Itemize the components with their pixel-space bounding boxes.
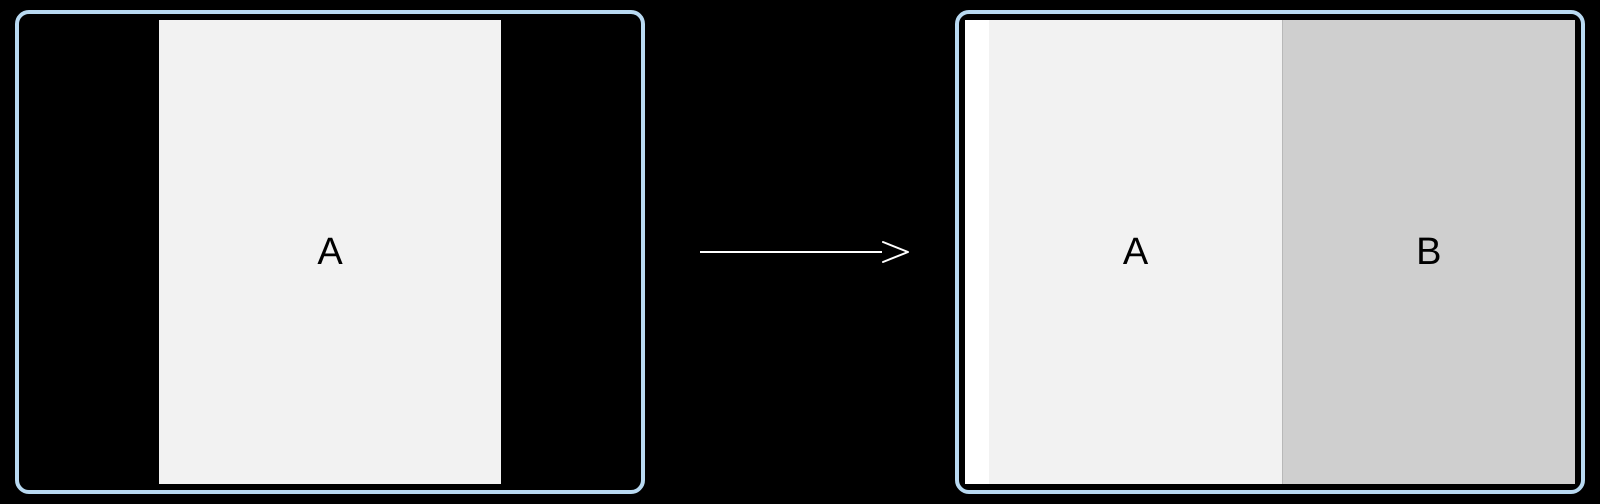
frame-before: A (15, 10, 645, 494)
pane-a-after: A (989, 20, 1281, 484)
letterbox-right (501, 20, 635, 484)
pane-b-after: B (1282, 20, 1575, 484)
frame-after-inner: A B (965, 20, 1575, 484)
arrow-head-icon (882, 240, 910, 264)
label-b-after: B (1416, 231, 1441, 274)
frame-after: A B (955, 10, 1585, 494)
diagram-canvas: A A B (0, 0, 1600, 504)
letterbox-left (25, 20, 159, 484)
arrow-icon (700, 240, 910, 264)
arrow-shaft (700, 251, 882, 253)
label-a-before: A (317, 231, 342, 274)
frame-before-inner: A (25, 20, 635, 484)
gutter-left (965, 20, 989, 484)
label-a-after: A (1123, 231, 1148, 274)
pane-a-before: A (159, 20, 501, 484)
